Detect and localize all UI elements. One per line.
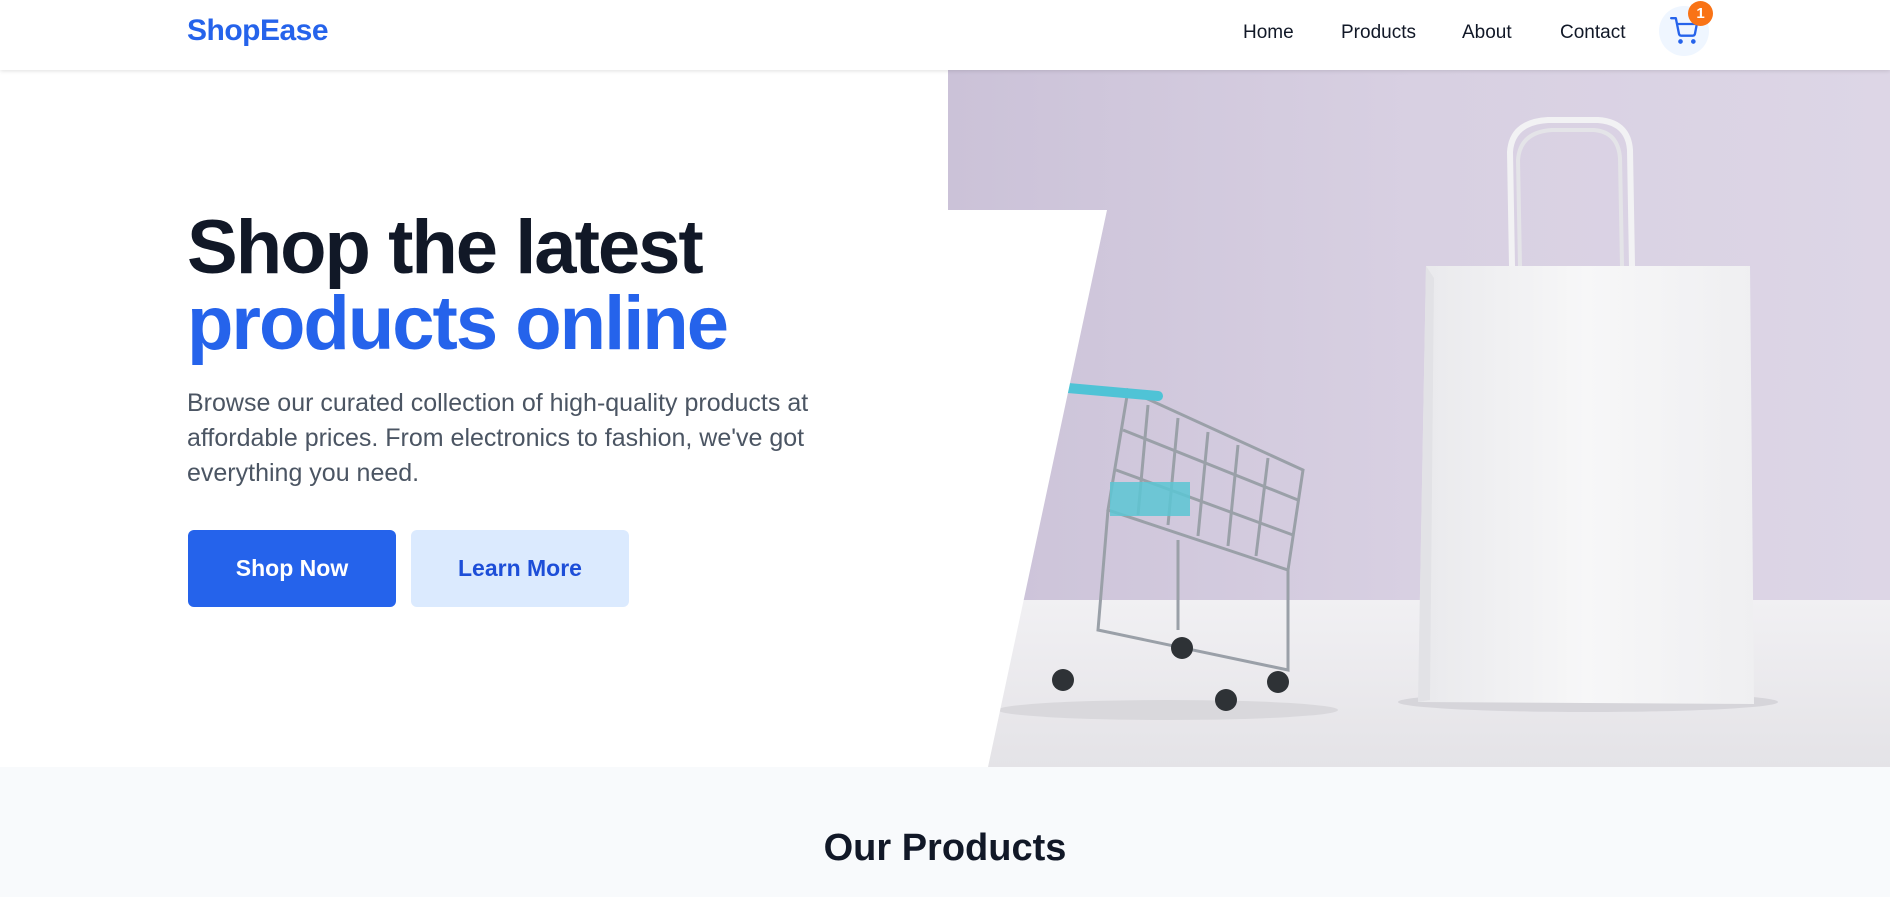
cart-count-badge: 1 <box>1688 1 1713 26</box>
nav-link-home[interactable]: Home <box>1243 22 1294 44</box>
shop-now-button[interactable]: Shop Now <box>188 530 396 607</box>
hero-section: Shop the latest products online Browse o… <box>0 70 1890 767</box>
learn-more-button[interactable]: Learn More <box>411 530 629 607</box>
nav-link-about[interactable]: About <box>1462 22 1512 44</box>
products-section: Our Products <box>0 767 1890 897</box>
hero-description: Browse our curated collection of high-qu… <box>187 389 809 487</box>
hero-title: Shop the latest products online <box>187 205 729 366</box>
hero-title-line-1: Shop the latest <box>187 205 704 290</box>
nav-link-contact[interactable]: Contact <box>1560 22 1625 44</box>
navbar: ShopEase Home Products About Contact 1 <box>0 0 1890 70</box>
hero-title-line-2: products online <box>187 281 729 366</box>
nav-link-products[interactable]: Products <box>1341 22 1416 44</box>
products-section-title: Our Products <box>823 827 1067 869</box>
brand-logo[interactable]: ShopEase <box>187 14 329 48</box>
hero-image <box>948 70 1890 767</box>
